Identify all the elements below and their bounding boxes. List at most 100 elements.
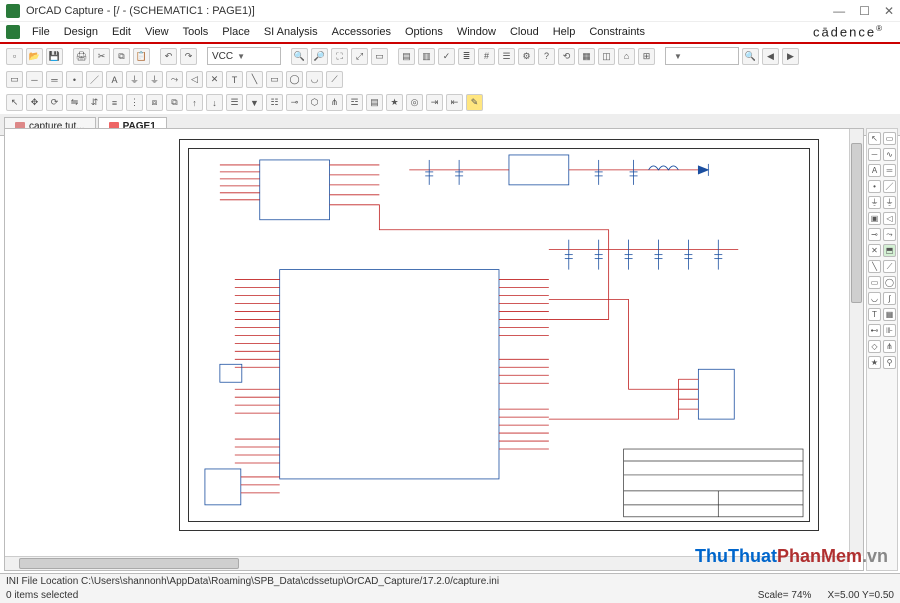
cut-button[interactable]: ✂	[93, 48, 110, 65]
zoom-area-button[interactable]: ⛶	[331, 48, 348, 65]
group-button[interactable]: ⧈	[146, 94, 163, 111]
netlist-button[interactable]: ≣	[458, 48, 475, 65]
snap-grid-button[interactable]: ▦	[578, 48, 595, 65]
menu-file[interactable]: File	[26, 24, 56, 40]
hierblock-tool[interactable]: ▣	[868, 212, 881, 225]
menu-view[interactable]: View	[139, 24, 175, 40]
place-bus-button[interactable]: ═	[46, 71, 63, 88]
netalias-tool[interactable]: A	[868, 164, 881, 177]
line-tool[interactable]: ╲	[868, 260, 881, 273]
rect-tool[interactable]: ▭	[868, 276, 881, 289]
zoom-sheet-button[interactable]: ▭	[371, 48, 388, 65]
ellipse-tool[interactable]: ◯	[883, 276, 896, 289]
place-port-button[interactable]: ◁	[186, 71, 203, 88]
part-manager-button[interactable]: ⚙	[518, 48, 535, 65]
bookmark-button[interactable]: ★	[386, 94, 403, 111]
align-button[interactable]: ≡	[106, 94, 123, 111]
select-tool[interactable]: ↖	[868, 132, 881, 145]
redo-button[interactable]: ↷	[180, 48, 197, 65]
probe-tool[interactable]: ⚲	[883, 356, 896, 369]
distribute-button[interactable]: ⋮	[126, 94, 143, 111]
variant-tool[interactable]: ⋔	[883, 340, 896, 353]
help-button[interactable]: ?	[538, 48, 555, 65]
place-junction-button[interactable]: •	[66, 71, 83, 88]
place-part-button[interactable]: ▭	[6, 71, 23, 88]
zoom-in-button[interactable]: 🔍	[291, 48, 308, 65]
bezier-tool[interactable]: ∫	[883, 292, 896, 305]
find-button[interactable]: 🔍	[742, 48, 759, 65]
text-tool[interactable]: T	[868, 308, 881, 321]
horizontal-scrollbar[interactable]	[5, 556, 849, 570]
place-arc-button[interactable]: ◡	[306, 71, 323, 88]
bookmark-tool[interactable]: ★	[868, 356, 881, 369]
menu-options[interactable]: Options	[399, 24, 449, 40]
power-tool[interactable]: ⏚	[868, 196, 881, 209]
print-button[interactable]: 🖨	[73, 48, 90, 65]
close-button[interactable]: ✕	[884, 4, 894, 18]
occ-button[interactable]: ☲	[346, 94, 363, 111]
paste-button[interactable]: 📋	[133, 48, 150, 65]
arc-tool[interactable]: ◡	[868, 292, 881, 305]
place-polyline-button[interactable]: ⟋	[326, 71, 343, 88]
pinarray-tool[interactable]: ⊪	[883, 324, 896, 337]
menu-cloud[interactable]: Cloud	[504, 24, 545, 40]
menu-constraints[interactable]: Constraints	[583, 24, 651, 40]
menu-edit[interactable]: Edit	[106, 24, 137, 40]
sync-button[interactable]: ⟲	[558, 48, 575, 65]
menu-design[interactable]: Design	[58, 24, 104, 40]
scroll-thumb[interactable]	[851, 143, 862, 303]
place-text-button[interactable]: T	[226, 71, 243, 88]
rotate-button[interactable]: ⟳	[46, 94, 63, 111]
ground-tool[interactable]: ⏚	[883, 196, 896, 209]
area-select-button[interactable]: ◫	[598, 48, 615, 65]
wire-tool[interactable]: ─	[868, 148, 881, 161]
offpage-tool[interactable]: ⤳	[883, 228, 896, 241]
zoom-fit-button[interactable]: ⤢	[351, 48, 368, 65]
junction-tool[interactable]: •	[868, 180, 881, 193]
place-wire-button[interactable]: ─	[26, 71, 43, 88]
notes-button[interactable]: ✎	[466, 94, 483, 111]
noconnect-tool[interactable]: ✕	[868, 244, 881, 257]
search-combo[interactable]: ▼	[665, 47, 739, 65]
pin-tool[interactable]: ⊷	[868, 324, 881, 337]
new-button[interactable]: ▫	[6, 48, 23, 65]
properties-button[interactable]: ☰	[226, 94, 243, 111]
open-button[interactable]: 📂	[26, 48, 43, 65]
menu-help[interactable]: Help	[547, 24, 582, 40]
menu-accessories[interactable]: Accessories	[326, 24, 397, 40]
project-button[interactable]: ⌂	[618, 48, 635, 65]
drc-button[interactable]: ✓	[438, 48, 455, 65]
hierpin-tool[interactable]: ⊸	[868, 228, 881, 241]
place-line-button[interactable]: ╲	[246, 71, 263, 88]
pins-button[interactable]: ⊸	[286, 94, 303, 111]
vertical-scrollbar[interactable]	[849, 129, 863, 556]
netgroup-tool[interactable]: ⬒	[883, 244, 896, 257]
autowire-tool[interactable]: ∿	[883, 148, 896, 161]
mirror-v-button[interactable]: ⇵	[86, 94, 103, 111]
place-rect-button[interactable]: ▭	[266, 71, 283, 88]
bus-tool[interactable]: ═	[883, 164, 896, 177]
title-block-button[interactable]: ▤	[366, 94, 383, 111]
undo-button[interactable]: ↶	[160, 48, 177, 65]
polyline-tool[interactable]: ⟋	[883, 260, 896, 273]
schematic-canvas[interactable]	[9, 133, 849, 556]
ieee-tool[interactable]: ◇	[868, 340, 881, 353]
mirror-h-button[interactable]: ⇋	[66, 94, 83, 111]
image-tool[interactable]: ▦	[883, 308, 896, 321]
ascend-button[interactable]: ↑	[186, 94, 203, 111]
minimize-button[interactable]: —	[833, 4, 845, 18]
place-power-button[interactable]: ⏚	[126, 71, 143, 88]
hierport-tool[interactable]: ◁	[883, 212, 896, 225]
hier-button[interactable]: ⬡	[306, 94, 323, 111]
find-next-button[interactable]: ▶	[782, 48, 799, 65]
save-button[interactable]: 💾	[46, 48, 63, 65]
prev-page-button[interactable]: ⇤	[446, 94, 463, 111]
select-button[interactable]: ↖	[6, 94, 23, 111]
find-prev-button[interactable]: ◀	[762, 48, 779, 65]
back-annotate-button[interactable]: ▥	[418, 48, 435, 65]
scroll-thumb[interactable]	[19, 558, 239, 569]
menu-si-analysis[interactable]: SI Analysis	[258, 24, 324, 40]
zoom-out-button[interactable]: 🔎	[311, 48, 328, 65]
place-netalias-button[interactable]: A	[106, 71, 123, 88]
net-name-combo[interactable]: VCC ▼	[207, 47, 281, 65]
